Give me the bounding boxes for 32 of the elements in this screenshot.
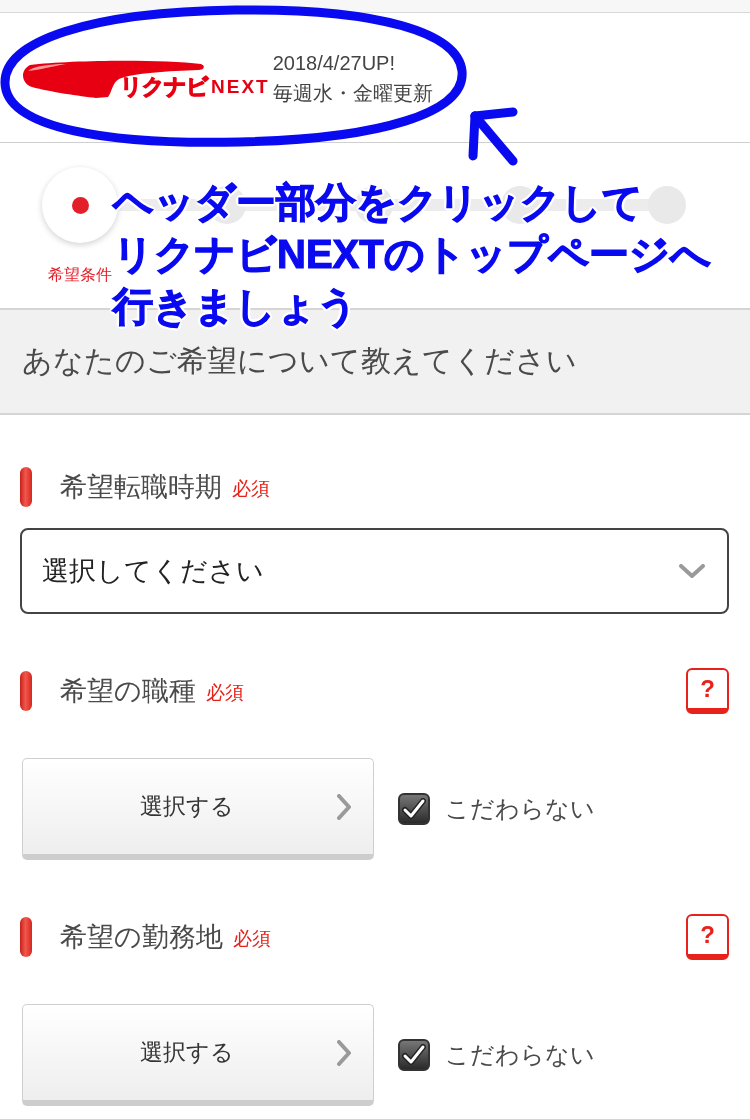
field-label: 希望の勤務地 <box>60 921 223 954</box>
select-button[interactable]: 選択する <box>22 1004 374 1106</box>
chevron-right-icon <box>337 1039 351 1066</box>
annotation-text: リクナビNEXTのトップページへ <box>113 234 711 274</box>
label-bar-icon <box>20 671 32 711</box>
chevron-right-icon <box>337 793 351 820</box>
checkmark-icon <box>402 1044 426 1066</box>
select-button[interactable]: 選択する <box>22 758 374 860</box>
checkbox[interactable] <box>398 1039 430 1071</box>
section-heading: あなたのご希望について教えてください <box>22 343 577 379</box>
checkmark-icon <box>402 798 426 820</box>
checkbox-label[interactable]: こだわらない <box>445 793 595 825</box>
logo-link[interactable]: リクナビNEXT <box>20 56 270 99</box>
field-label: 希望転職時期 <box>60 471 222 504</box>
label-bar-icon <box>20 467 32 507</box>
required-tag: 必須 <box>233 922 271 952</box>
annotation-text: ヘッダー部分をクリックして <box>113 182 643 222</box>
required-tag: 必須 <box>232 472 270 502</box>
update-date: 2018/4/27UP! <box>272 50 396 76</box>
field-label: 希望の職種 <box>60 675 196 708</box>
chevron-down-icon <box>679 563 705 579</box>
current-dot-icon <box>71 196 89 214</box>
select-field[interactable]: 選択してください <box>20 528 729 614</box>
required-tag: 必須 <box>206 676 244 706</box>
checkbox-label[interactable]: こだわらない <box>445 1039 595 1071</box>
step-label: 希望条件 <box>48 265 112 285</box>
label-bar-icon <box>20 917 32 957</box>
update-schedule: 毎週水・金曜更新 <box>272 80 433 106</box>
checkbox[interactable] <box>398 793 430 825</box>
help-button[interactable]: ? <box>686 914 729 960</box>
help-button[interactable]: ? <box>686 668 729 714</box>
annotation-text: 行きましょう <box>113 286 358 326</box>
